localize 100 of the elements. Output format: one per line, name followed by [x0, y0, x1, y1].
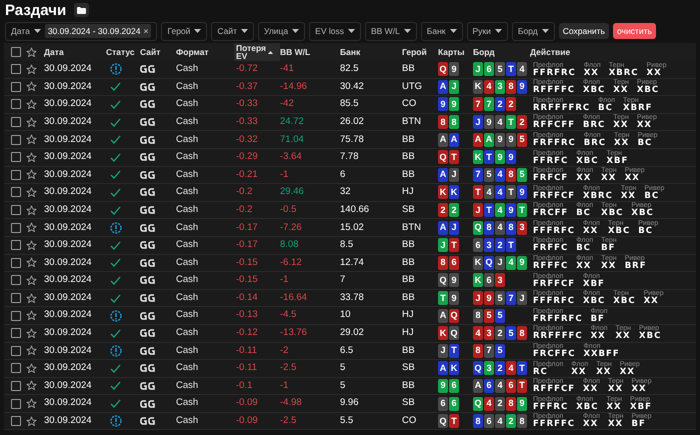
- street-action: FRCFF: [533, 209, 568, 218]
- folder-button[interactable]: [74, 3, 90, 17]
- site-logo-icon: [140, 205, 155, 216]
- column-header[interactable]: Сайт: [140, 43, 176, 61]
- star-icon[interactable]: [26, 292, 37, 304]
- filter-label: BB W/L: [370, 24, 400, 38]
- checkbox[interactable]: [11, 258, 21, 268]
- checkbox[interactable]: [11, 117, 21, 128]
- star-icon[interactable]: [26, 98, 37, 110]
- filter-label: Руки: [472, 24, 491, 38]
- star-icon[interactable]: [26, 416, 37, 427]
- caret-icon: [542, 29, 549, 33]
- filter-dropdown[interactable]: EV loss: [309, 22, 361, 40]
- star-icon[interactable]: [26, 310, 37, 322]
- star-icon[interactable]: [26, 398, 37, 410]
- star-icon[interactable]: [26, 204, 37, 216]
- clear-button[interactable]: очистить: [612, 23, 656, 39]
- column-header[interactable]: Потеря EV: [234, 43, 280, 61]
- star-icon[interactable]: [26, 274, 37, 286]
- column-header[interactable]: Герой: [402, 43, 438, 61]
- column-header[interactable]: Статус: [106, 43, 140, 61]
- checkbox[interactable]: [11, 205, 21, 216]
- pot-cell-text: 85.5: [340, 97, 360, 112]
- playing-card: A: [438, 361, 448, 376]
- star-icon[interactable]: [26, 116, 37, 128]
- checkbox[interactable]: [11, 152, 21, 162]
- playing-card: T: [484, 150, 494, 164]
- column-header[interactable]: Действие: [530, 43, 696, 61]
- playing-card: 3: [495, 80, 505, 94]
- date-cell-text: 30.09.2024: [44, 273, 93, 288]
- street-action: XBC: [576, 156, 598, 166]
- checkbox[interactable]: [11, 293, 21, 304]
- street-action: RFFFC: [533, 262, 568, 271]
- street-action: FFRFFC: [533, 420, 576, 429]
- street-action: BF: [632, 420, 646, 429]
- star-icon[interactable]: [26, 328, 37, 339]
- column-header[interactable]: Банк: [340, 43, 402, 61]
- bb-wl-cell-text: -16.64: [280, 290, 308, 305]
- star-icon[interactable]: [26, 81, 37, 92]
- column-header[interactable]: Дата: [44, 43, 106, 61]
- checkbox[interactable]: [11, 170, 21, 180]
- star-icon[interactable]: [26, 362, 37, 374]
- column-header[interactable]: Карты: [438, 43, 473, 61]
- filter-dropdown[interactable]: Сайт: [211, 22, 254, 40]
- checkbox[interactable]: [11, 275, 21, 286]
- date-range-chip[interactable]: 30.09.2024 - 30.09.2024 ×: [44, 24, 152, 38]
- checkbox[interactable]: [11, 222, 21, 233]
- playing-card: 8: [517, 414, 527, 428]
- star-icon[interactable]: [26, 152, 37, 163]
- star-icon[interactable]: [26, 240, 37, 251]
- star-icon[interactable]: [26, 64, 37, 75]
- street-action: XX: [614, 138, 630, 148]
- star-icon[interactable]: [26, 380, 37, 392]
- checkbox[interactable]: [11, 134, 21, 145]
- star-icon[interactable]: [26, 169, 37, 180]
- hero-position-cell-text: BB: [402, 290, 416, 305]
- star-icon[interactable]: [26, 186, 37, 198]
- checkbox[interactable]: [11, 310, 21, 321]
- playing-card: 8: [506, 168, 516, 182]
- format-cell-text: Cash: [176, 238, 200, 252]
- checkbox[interactable]: [11, 416, 21, 426]
- star-icon[interactable]: [26, 345, 37, 356]
- street-action: XBRF: [623, 104, 652, 112]
- playing-card: 9: [517, 256, 527, 270]
- column-header[interactable]: Борд: [473, 43, 530, 61]
- star-icon[interactable]: [26, 222, 37, 234]
- playing-card: 9: [484, 291, 494, 306]
- checkbox[interactable]: [11, 398, 21, 409]
- street-action: XX: [608, 385, 624, 394]
- filter-dropdown[interactable]: Борд: [512, 22, 555, 40]
- filter-dropdown[interactable]: Руки: [466, 22, 508, 40]
- checkbox[interactable]: [11, 328, 21, 338]
- filter-dropdown[interactable]: Улица: [258, 22, 306, 40]
- filter-dropdown[interactable]: Банк: [420, 22, 463, 40]
- playing-card: A: [484, 132, 494, 147]
- star-icon[interactable]: [26, 134, 37, 146]
- site-logo-icon: [140, 99, 155, 110]
- checkbox[interactable]: [11, 187, 21, 198]
- checkbox[interactable]: [11, 380, 21, 391]
- filter-dropdown[interactable]: Герой: [161, 22, 208, 40]
- save-button[interactable]: Сохранить: [558, 23, 609, 39]
- site-logo-icon: [140, 293, 155, 304]
- column-header[interactable]: BB W/L: [280, 43, 340, 61]
- checkbox[interactable]: [11, 240, 21, 250]
- playing-card: J: [473, 115, 483, 130]
- column-header[interactable]: Формат: [176, 43, 234, 61]
- chip-close[interactable]: ×: [143, 24, 148, 38]
- playing-card: 4: [495, 378, 505, 393]
- filter-dropdown[interactable]: Дата 30.09.2024 - 30.09.2024 ×: [5, 22, 158, 40]
- playing-card: 9: [506, 150, 516, 164]
- checkbox[interactable]: [11, 363, 21, 374]
- star-icon[interactable]: [26, 257, 37, 268]
- checkbox[interactable]: [11, 346, 21, 356]
- caret-icon: [194, 29, 202, 33]
- bb-wl-cell-text: -2.5: [280, 414, 298, 428]
- checkbox[interactable]: [11, 64, 21, 74]
- checkbox[interactable]: [11, 82, 21, 92]
- filter-dropdown[interactable]: BB W/L: [364, 22, 417, 40]
- checkbox[interactable]: [11, 99, 21, 110]
- checkbox[interactable]: [11, 47, 21, 57]
